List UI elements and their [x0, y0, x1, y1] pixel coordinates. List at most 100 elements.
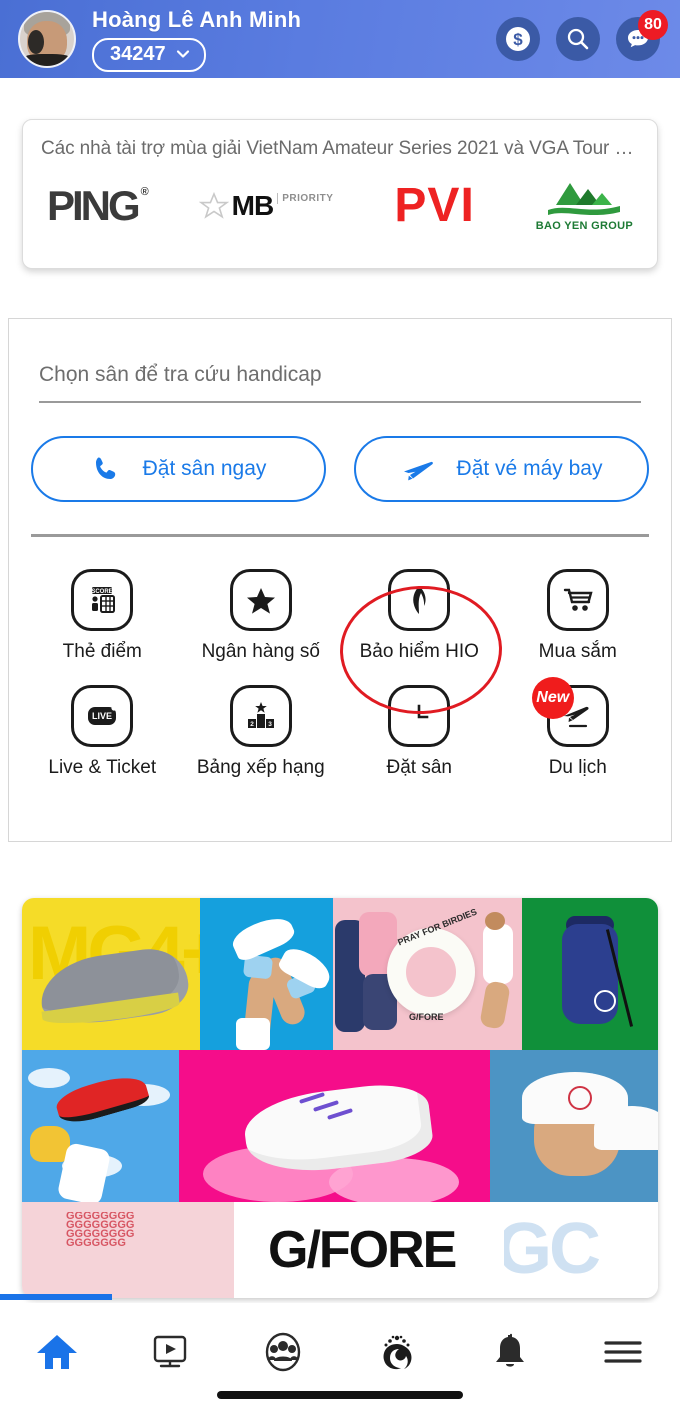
sponsor-logo-row: PING MB PRIORITY PVI [41, 178, 639, 233]
menu-hio-insurance[interactable]: Bảo hiểm HIO [340, 563, 499, 663]
ad-tile-ghost: GC [504, 1202, 658, 1298]
money-icon: $ [504, 25, 532, 53]
book-course-label: Đặt sân ngay [142, 457, 267, 480]
menu-tee-time[interactable]: Đặt sân [340, 679, 499, 779]
menu-leaderboard-label: Bảng xếp hạng [196, 757, 325, 778]
white-cap-2 [594, 1106, 658, 1150]
ad-tile-pink-shoe [179, 1050, 490, 1202]
menu-scorecard[interactable]: SCORE Thẻ điểm [23, 563, 182, 663]
donut-text-top: PRAY FOR BIRDIES [396, 906, 479, 948]
cta-row: Đặt sân ngay Đặt vé máy bay [31, 436, 649, 502]
scroll-progress-bar[interactable] [0, 1294, 112, 1300]
menu-hio-insurance-label: Bảo hiểm HIO [359, 641, 479, 662]
nav-vga[interactable] [340, 1319, 453, 1385]
svg-text:2: 2 [250, 721, 254, 728]
menu-shopping[interactable]: Mua sắm [499, 563, 658, 663]
search-button[interactable] [556, 17, 600, 61]
shopping-cart-icon [546, 569, 609, 631]
airplane-icon [401, 454, 435, 484]
money-button[interactable]: $ [496, 17, 540, 61]
menu-scorecard-label: Thẻ điểm [62, 641, 142, 662]
user-avatar[interactable] [18, 10, 76, 68]
ad-tile-legs [200, 898, 333, 1050]
handicap-value: 34247 [110, 42, 166, 65]
header-actions: $ 80 [496, 10, 668, 61]
clock-icon [388, 685, 451, 747]
podium-icon: 2 3 [229, 685, 292, 747]
avatar-hair-side [27, 30, 44, 55]
app-root: Hoàng Lê Anh Minh 34247 $ 80 Các nhà tài… [0, 0, 680, 1413]
hamburger-menu-icon [601, 1335, 645, 1369]
ad-tile-brand: G/FORE [234, 1202, 504, 1298]
book-flight-button[interactable]: Đặt vé máy bay [354, 436, 649, 502]
main-panel: Chọn sân để tra cứu handicap Đặt sân nga… [8, 318, 672, 842]
menu-digital-bank[interactable]: Ngân hàng số [182, 563, 341, 663]
flame-leaf-icon [388, 569, 451, 631]
vga-logo-icon [375, 1330, 419, 1374]
menu-live-ticket-label: Live & Ticket [48, 757, 157, 778]
messages-button[interactable]: 80 [616, 10, 668, 61]
gfore-ghost-text: GC [504, 1209, 601, 1289]
gfore-pattern-logo: GGGGGGGGGGGGGGGGGGGGGGGGGGGGGGG [66, 1212, 135, 1249]
golfer-3-head [485, 912, 505, 930]
svg-text:$: $ [513, 30, 523, 49]
ad-tile-pink-mark: GGGGGGGGGGGGGGGGGGGGGGGGGGGGGGG [22, 1202, 234, 1298]
menu-live-ticket[interactable]: LIVE Live & Ticket [23, 679, 182, 779]
ad-tile-mg4: MG4+ [22, 898, 200, 1050]
scorecard-icon: SCORE [71, 569, 134, 631]
bao-yen-text: BAO YEN GROUP [535, 220, 633, 232]
nav-menu[interactable] [567, 1319, 680, 1385]
phone-icon [91, 454, 121, 484]
menu-leaderboard[interactable]: 2 3 Bảng xếp hạng [182, 679, 341, 779]
handicap-search-field[interactable]: Chọn sân để tra cứu handicap [39, 363, 641, 403]
home-indicator [217, 1391, 463, 1399]
nav-watch[interactable] [113, 1319, 226, 1385]
chevron-down-icon [176, 47, 190, 61]
bao-yen-group-logo[interactable]: BAO YEN GROUP [536, 179, 633, 232]
live-badge-icon: LIVE [71, 685, 134, 747]
ping-logo[interactable]: PING [47, 182, 148, 230]
mb-priority-logo[interactable]: MB PRIORITY [198, 189, 334, 222]
ad-tile-caps [490, 1050, 658, 1202]
mb-text: MB [231, 189, 275, 221]
handicap-pill[interactable]: 34247 [92, 37, 206, 72]
handicap-search-placeholder: Chọn sân để tra cứu handicap [39, 363, 322, 386]
pvi-logo[interactable]: PVI [394, 178, 474, 233]
nav-notifications[interactable] [453, 1319, 566, 1385]
avatar-shirt [20, 54, 74, 66]
home-icon [35, 1331, 79, 1373]
book-course-button[interactable]: Đặt sân ngay [31, 436, 326, 502]
sponsor-banner[interactable]: Các nhà tài trợ mùa giải VietNam Amateur… [22, 119, 658, 269]
message-count-badge: 80 [638, 10, 668, 40]
mountain-icon [540, 179, 628, 219]
shoe-laces [299, 1092, 379, 1120]
bottom-navigation [0, 1303, 680, 1413]
gfore-bag-logo [594, 990, 616, 1012]
section-divider [31, 534, 649, 537]
menu-tee-time-label: Đặt sân [386, 757, 452, 778]
sponsor-title: Các nhà tài trợ mùa giải VietNam Amateur… [41, 138, 639, 159]
new-badge: New [531, 677, 574, 719]
search-icon [565, 26, 591, 52]
menu-travel[interactable]: New Du lịch [499, 677, 658, 779]
groups-icon [261, 1330, 305, 1374]
gfore-brand-text: G/FORE [268, 1221, 457, 1279]
ad-tile-sky-shoe [22, 1050, 179, 1202]
nav-home[interactable] [0, 1319, 113, 1385]
menu-travel-label: Du lịch [548, 757, 607, 778]
ad-tile-golf-bag [522, 898, 658, 1050]
svg-text:3: 3 [268, 721, 272, 728]
menu-shopping-label: Mua sắm [538, 641, 617, 662]
star-icon [229, 569, 292, 631]
mb-priority-text: PRIORITY [277, 192, 333, 204]
donut-text: PRAY FOR BIRDIES G/FORE [379, 907, 483, 1024]
gfore-ad-banner[interactable]: MG4+ PRAY FOR BIRDIES G/ [22, 898, 658, 1298]
sock-3 [236, 1018, 270, 1050]
nav-groups[interactable] [227, 1319, 340, 1385]
svg-text:LIVE: LIVE [92, 711, 112, 721]
user-info: Hoàng Lê Anh Minh 34247 [92, 7, 301, 72]
user-name: Hoàng Lê Anh Minh [92, 6, 302, 32]
menu-digital-bank-label: Ngân hàng số [201, 641, 320, 662]
golfer-3-legs [479, 980, 511, 1030]
mb-star-icon [198, 191, 229, 221]
